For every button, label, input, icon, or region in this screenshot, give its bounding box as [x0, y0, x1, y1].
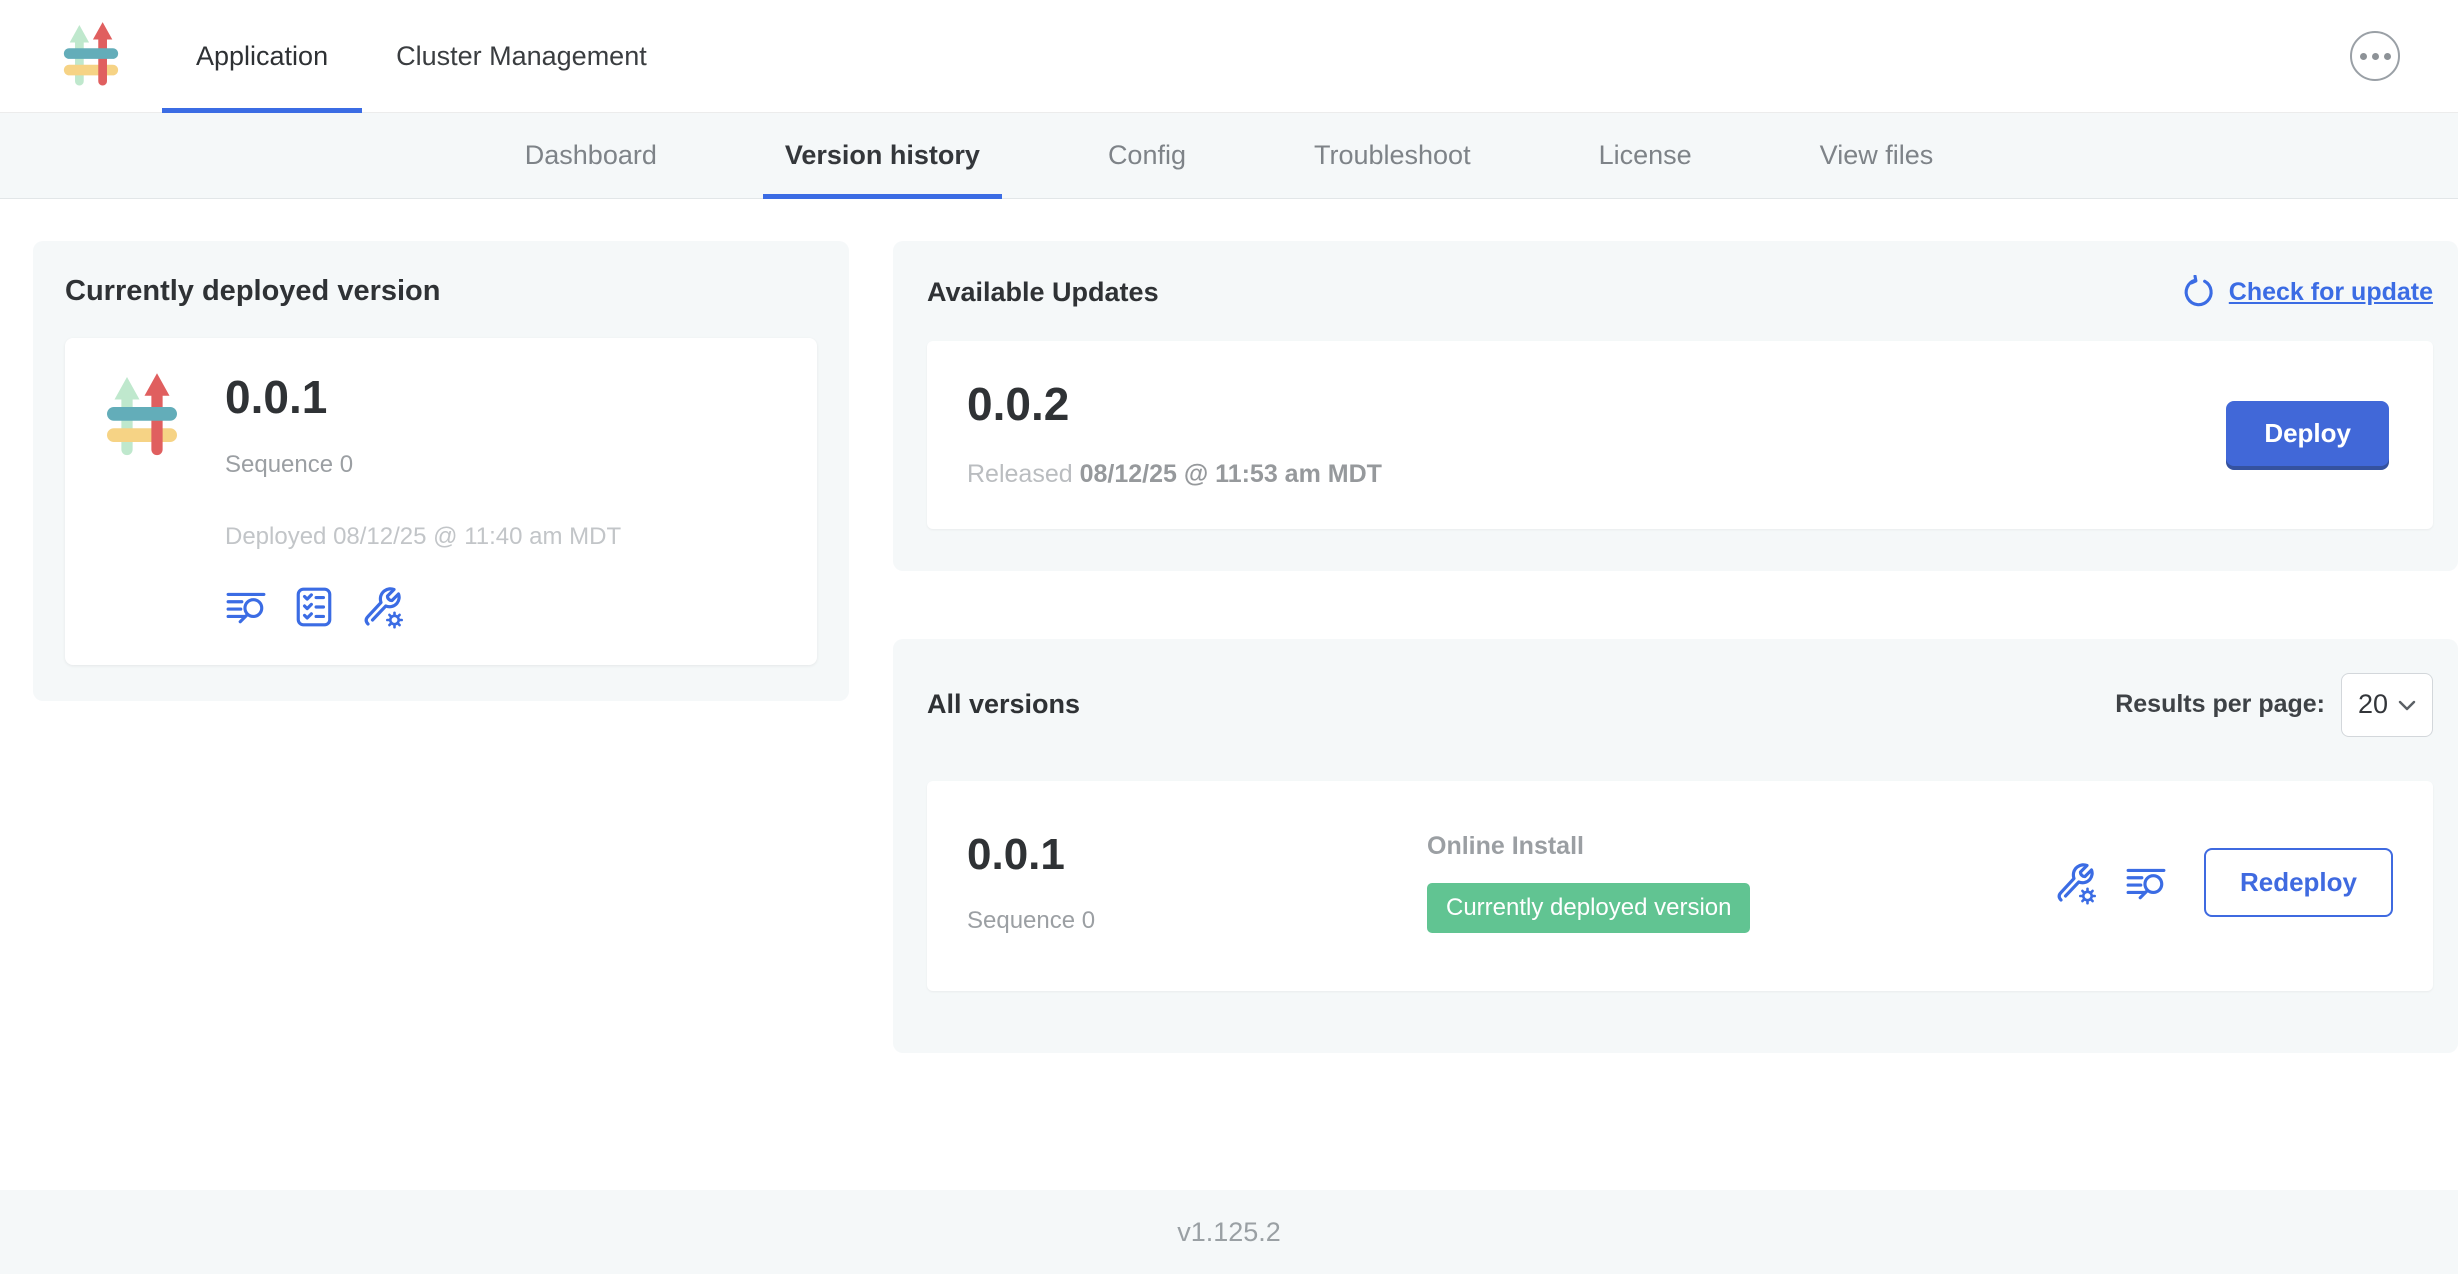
subnav-tab-version-history[interactable]: Version history: [721, 113, 1044, 198]
diff-logs-icon[interactable]: [2125, 862, 2167, 904]
app-logo-icon: [60, 20, 122, 92]
results-per-page-select[interactable]: 20: [2341, 673, 2433, 737]
subnav-tab-troubleshoot[interactable]: Troubleshoot: [1250, 113, 1535, 198]
deployed-version-actions: [225, 585, 621, 629]
install-type-label: Online Install: [1427, 832, 1750, 861]
update-version-number: 0.0.2: [967, 379, 1382, 430]
available-update-card: 0.0.2 Released 08/12/25 @ 11:53 am MDT D…: [927, 341, 2433, 529]
subnav-tab-dashboard[interactable]: Dashboard: [461, 113, 721, 198]
refresh-icon: [2182, 275, 2216, 309]
update-released-line: Released 08/12/25 @ 11:53 am MDT: [967, 460, 1382, 489]
top-nav: Application Cluster Management: [0, 0, 2458, 113]
app-subnav: Dashboard Version history Config Trouble…: [0, 113, 2458, 199]
released-date: 08/12/25 @ 11:53 am MDT: [1080, 460, 1382, 488]
active-tab-underline: [162, 108, 362, 113]
diff-logs-icon[interactable]: [225, 586, 267, 628]
update-info: 0.0.2 Released 08/12/25 @ 11:53 am MDT: [967, 379, 1382, 489]
available-updates-panel: Available Updates Check for update 0.0.2: [893, 241, 2458, 571]
row-actions: Redeploy: [2054, 848, 2393, 917]
subnav-tab-config[interactable]: Config: [1044, 113, 1250, 198]
ellipsis-icon: [2360, 53, 2367, 60]
active-subtab-underline: [763, 194, 1002, 199]
results-per-page-value: 20: [2358, 689, 2388, 720]
check-for-update-link[interactable]: Check for update: [2182, 275, 2433, 309]
deployed-version-info: 0.0.1 Sequence 0 Deployed 08/12/25 @ 11:…: [225, 372, 621, 629]
deployed-version-number: 0.0.1: [225, 372, 621, 423]
console-version: v1.125.2: [1177, 1217, 1281, 1248]
currently-deployed-panel: Currently deployed version 0.0.1 Sequenc…: [33, 241, 849, 701]
version-row: 0.0.1 Sequence 0 Online Install Currentl…: [927, 781, 2433, 991]
deployed-sequence: Sequence 0: [225, 451, 621, 479]
main-content: Currently deployed version 0.0.1 Sequenc…: [0, 199, 2458, 1053]
overflow-menu-button[interactable]: [2350, 31, 2400, 81]
available-updates-title: Available Updates: [927, 277, 1159, 308]
tab-cluster-management-label: Cluster Management: [396, 41, 647, 72]
check-for-update-label: Check for update: [2229, 278, 2433, 307]
results-per-page-label: Results per page:: [2115, 690, 2325, 719]
currently-deployed-card: 0.0.1 Sequence 0 Deployed 08/12/25 @ 11:…: [65, 338, 817, 665]
subnav-tab-license[interactable]: License: [1535, 113, 1756, 198]
config-wrench-icon[interactable]: [2054, 861, 2098, 905]
deployed-timestamp: Deployed 08/12/25 @ 11:40 am MDT: [225, 523, 621, 551]
app-logo-icon: [101, 372, 183, 629]
chevron-down-icon: [2398, 699, 2416, 711]
currently-deployed-badge: Currently deployed version: [1427, 883, 1750, 933]
versions-column: Available Updates Check for update 0.0.2: [893, 241, 2458, 1053]
row-sequence: Sequence 0: [967, 907, 1427, 935]
all-versions-title: All versions: [927, 689, 1080, 720]
row-version-info: 0.0.1 Sequence 0: [967, 831, 1427, 935]
redeploy-button[interactable]: Redeploy: [2204, 848, 2393, 917]
preflight-checklist-icon[interactable]: [293, 586, 335, 628]
row-install-info: Online Install Currently deployed versio…: [1427, 832, 1750, 933]
tab-application[interactable]: Application: [162, 0, 362, 112]
results-per-page-group: Results per page: 20: [2115, 673, 2433, 737]
tab-cluster-management[interactable]: Cluster Management: [362, 0, 681, 112]
subnav-tab-view-files[interactable]: View files: [1756, 113, 1998, 198]
currently-deployed-title: Currently deployed version: [65, 275, 817, 308]
current-version-column: Currently deployed version 0.0.1 Sequenc…: [33, 241, 849, 701]
tab-application-label: Application: [196, 41, 328, 72]
app-footer: v1.125.2: [0, 1190, 2458, 1274]
deploy-button[interactable]: Deploy: [2226, 401, 2389, 466]
row-version-number: 0.0.1: [967, 831, 1427, 879]
all-versions-panel: All versions Results per page: 20: [893, 639, 2458, 1053]
config-wrench-icon[interactable]: [361, 585, 405, 629]
released-prefix: Released: [967, 460, 1073, 488]
